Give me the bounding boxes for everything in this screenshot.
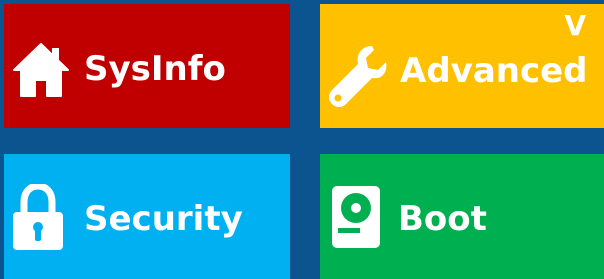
tile-label: Boot — [398, 199, 487, 239]
wrench-icon — [329, 46, 387, 107]
tile-label: Security — [84, 199, 243, 239]
home-icon — [13, 43, 69, 97]
disk-icon — [332, 186, 380, 248]
tile-label: Advanced — [400, 51, 588, 91]
tile-advanced[interactable]: V Advanced — [320, 4, 604, 128]
corner-letter: V — [564, 9, 586, 42]
tile-security[interactable]: Security — [4, 154, 290, 279]
tile-label: SysInfo — [84, 49, 226, 89]
tile-boot[interactable]: Boot — [320, 154, 604, 279]
tile-sysinfo[interactable]: SysInfo — [4, 4, 290, 128]
lock-icon — [13, 184, 63, 250]
